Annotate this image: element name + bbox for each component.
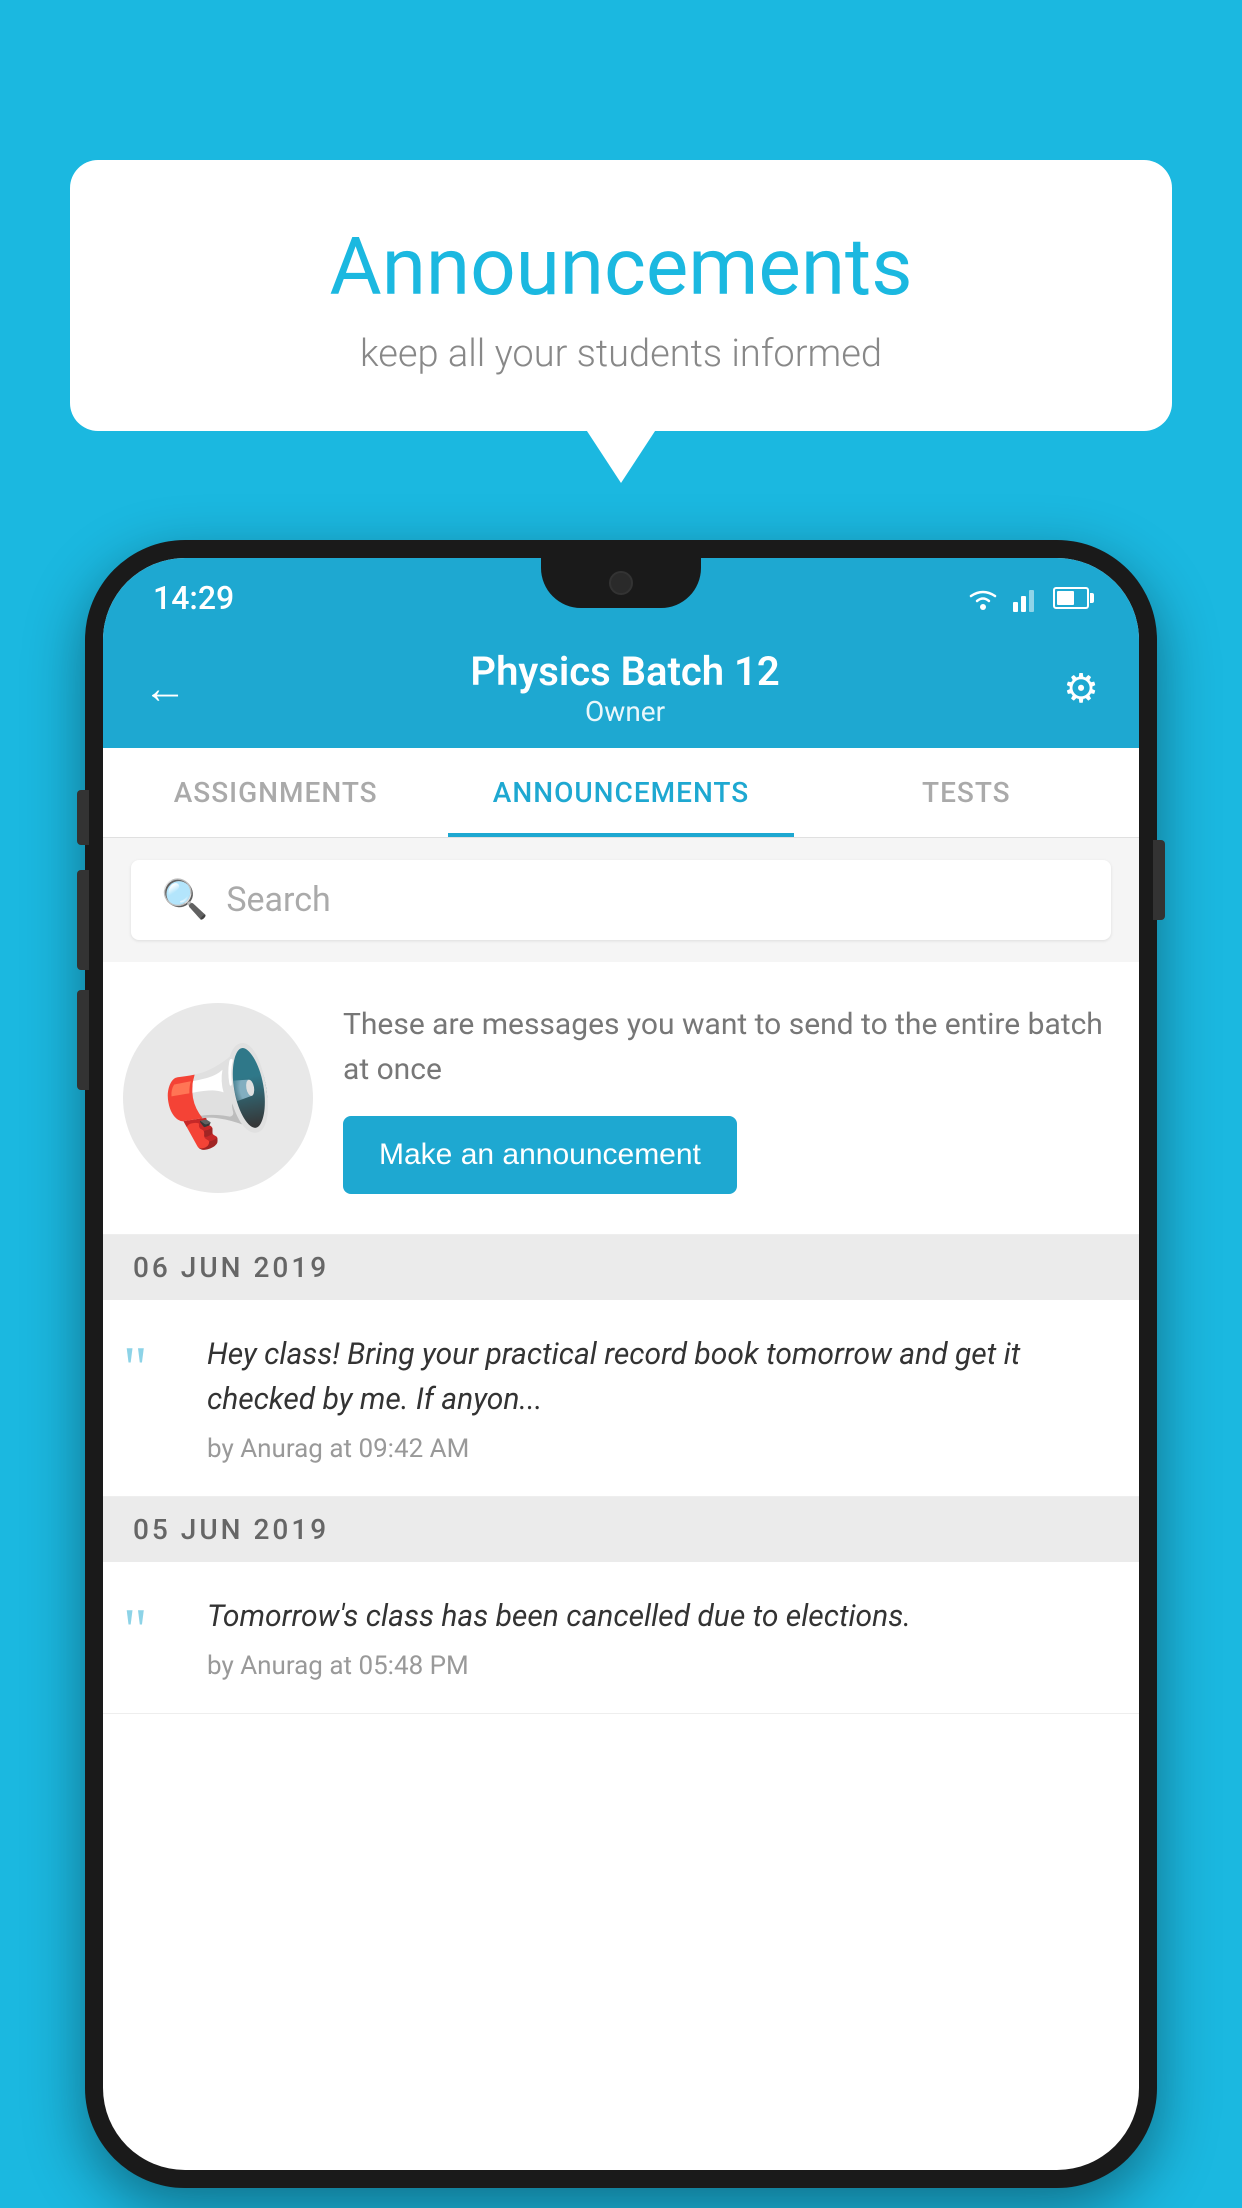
phone-screen: 14:29 (103, 558, 1139, 2170)
speech-bubble: Announcements keep all your students inf… (70, 160, 1172, 431)
tab-assignments[interactable]: ASSIGNMENTS (103, 748, 448, 837)
app-bar-subtitle: Owner (187, 695, 1063, 728)
promo-text-area: These are messages you want to send to t… (343, 1002, 1109, 1194)
phone-frame: 14:29 (85, 540, 1157, 2188)
back-button[interactable]: ← (143, 662, 187, 714)
tab-announcements[interactable]: ANNOUNCEMENTS (448, 748, 793, 837)
status-icons (965, 584, 1089, 612)
promo-description: These are messages you want to send to t… (343, 1002, 1109, 1092)
bubble-title: Announcements (140, 220, 1102, 314)
status-time: 14:29 (153, 579, 234, 617)
speech-bubble-section: Announcements keep all your students inf… (70, 160, 1172, 431)
promo-icon-circle: 📢 (123, 1003, 313, 1193)
volume-up-button (77, 870, 89, 970)
quote-icon-1: " (123, 1338, 183, 1398)
megaphone-icon: 📢 (154, 1037, 283, 1160)
bubble-subtitle: keep all your students informed (140, 332, 1102, 376)
search-bar[interactable]: 🔍 Search (131, 860, 1111, 940)
search-input-placeholder[interactable]: Search (226, 880, 330, 920)
app-bar: ← Physics Batch 12 Owner ⚙ (103, 628, 1139, 748)
phone-container: 14:29 (85, 540, 1157, 2188)
front-camera (609, 571, 633, 595)
tab-tests[interactable]: TESTS (794, 748, 1139, 837)
announcement-item-1: " Hey class! Bring your practical record… (103, 1300, 1139, 1497)
announcement-author-2: by Anurag at 05:48 PM (207, 1651, 1109, 1681)
search-container: 🔍 Search (103, 838, 1139, 962)
settings-icon[interactable]: ⚙ (1063, 665, 1099, 712)
date-separator-2: 05 JUN 2019 (103, 1497, 1139, 1562)
announcement-promo: 📢 These are messages you want to send to… (103, 962, 1139, 1235)
announcement-message-2: Tomorrow's class has been cancelled due … (207, 1594, 1109, 1639)
app-bar-title: Physics Batch 12 (187, 648, 1063, 695)
quote-icon-2: " (123, 1600, 183, 1660)
announcement-message-1: Hey class! Bring your practical record b… (207, 1332, 1109, 1422)
phone-notch (541, 558, 701, 608)
signal-icon (1013, 584, 1041, 612)
app-bar-center: Physics Batch 12 Owner (187, 648, 1063, 728)
announcement-author-1: by Anurag at 09:42 AM (207, 1434, 1109, 1464)
announcement-text-2: Tomorrow's class has been cancelled due … (207, 1594, 1109, 1681)
tabs-container: ASSIGNMENTS ANNOUNCEMENTS TESTS (103, 748, 1139, 838)
volume-down-button (77, 990, 89, 1090)
scrollable-content: 🔍 Search 📢 These are messages you want t… (103, 838, 1139, 2170)
wifi-icon (965, 584, 1001, 612)
mute-button (77, 790, 89, 845)
power-button (1153, 840, 1165, 920)
search-icon: 🔍 (161, 878, 208, 922)
announcement-text-1: Hey class! Bring your practical record b… (207, 1332, 1109, 1464)
announcement-item-2: " Tomorrow's class has been cancelled du… (103, 1562, 1139, 1714)
date-separator-1: 06 JUN 2019 (103, 1235, 1139, 1300)
make-announcement-button[interactable]: Make an announcement (343, 1116, 737, 1194)
battery-icon (1053, 587, 1089, 609)
